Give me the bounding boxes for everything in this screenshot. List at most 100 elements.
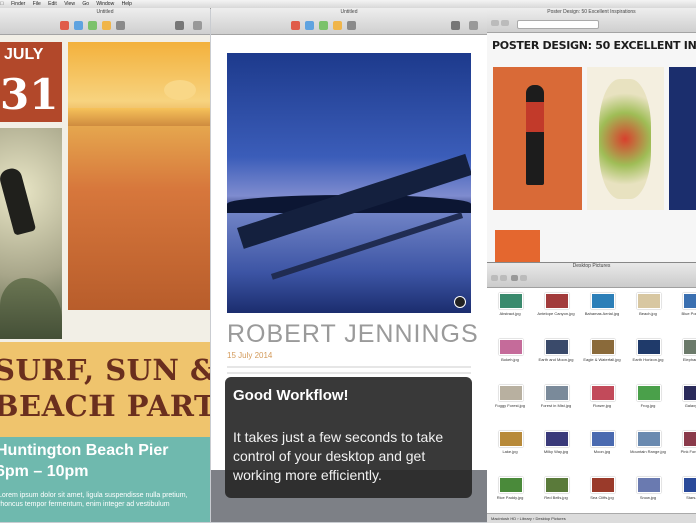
file-item[interactable]: Pink Forest.jpg bbox=[671, 429, 696, 473]
finder-window-title: Desktop Pictures bbox=[572, 263, 611, 269]
file-item[interactable]: Forest in Mist.jpg bbox=[533, 383, 579, 427]
file-name: Sea Cliffs.jpg bbox=[590, 495, 614, 500]
file-item[interactable]: Abstract.jpg bbox=[487, 291, 533, 335]
poster-thumb-3[interactable] bbox=[669, 67, 696, 210]
file-item[interactable]: Earth and Moon.jpg bbox=[533, 337, 579, 381]
file-item[interactable]: Antelope Canyon.jpg bbox=[533, 291, 579, 335]
file-item[interactable]: Moon.jpg bbox=[579, 429, 625, 473]
file-item[interactable]: Bahamas Aerial.jpg bbox=[579, 291, 625, 335]
table-icon[interactable] bbox=[305, 21, 314, 30]
shape-icon[interactable] bbox=[116, 21, 125, 30]
document-icon[interactable] bbox=[469, 21, 478, 30]
menu-item-finder[interactable]: Finder bbox=[11, 1, 25, 7]
file-item[interactable]: Blue Pond.jpg bbox=[671, 291, 696, 335]
tip-overlay: Good Workflow! It takes just a few secon… bbox=[225, 377, 472, 498]
menu-item-go[interactable]: Go bbox=[82, 1, 89, 7]
file-item[interactable]: Earth Horizon.jpg bbox=[625, 337, 671, 381]
table-icon[interactable] bbox=[74, 21, 83, 30]
file-name: Abstract.jpg bbox=[499, 311, 521, 316]
file-item[interactable]: Galaxy.jpg bbox=[671, 383, 696, 427]
sun-glow bbox=[164, 80, 196, 100]
article-heading: POSTER DESIGN: 50 EXCELLENT INSPIRATIONS bbox=[492, 39, 696, 52]
poster-window-title: Untitled bbox=[96, 9, 114, 15]
file-item[interactable]: Beach.jpg bbox=[625, 291, 671, 335]
file-item[interactable]: Elephant.jpg bbox=[671, 337, 696, 381]
surfer-photo bbox=[0, 128, 62, 339]
file-item[interactable]: Mountain Range.jpg bbox=[625, 429, 671, 473]
chart-icon[interactable] bbox=[88, 21, 97, 30]
file-thumbnail bbox=[637, 431, 661, 447]
headline-line-1: SURF, SUN & bbox=[0, 353, 210, 387]
format-icon[interactable] bbox=[451, 21, 460, 30]
file-item[interactable]: Flower.jpg bbox=[579, 383, 625, 427]
forward-icon[interactable] bbox=[500, 275, 507, 281]
headline-box: SURF, SUN & BEACH PARTY bbox=[0, 342, 210, 437]
file-name: Eagle & Waterfall.jpg bbox=[583, 357, 621, 362]
finder-toolbar: Desktop Pictures bbox=[487, 263, 696, 288]
poster-window: Untitled JULY 31 SURF, SUN & BEACH PARTY bbox=[0, 8, 210, 522]
menu-item-view[interactable]: View bbox=[64, 1, 75, 7]
file-thumbnail bbox=[591, 477, 615, 493]
file-item[interactable]: Bokeh.jpg bbox=[487, 337, 533, 381]
file-item[interactable]: Foggy Forest.jpg bbox=[487, 383, 533, 427]
file-thumbnail bbox=[591, 431, 615, 447]
forward-icon[interactable] bbox=[501, 20, 509, 26]
menu-item-window[interactable]: Window bbox=[96, 1, 114, 7]
file-name: Earth Horizon.jpg bbox=[632, 357, 664, 362]
file-item[interactable]: Frog.jpg bbox=[625, 383, 671, 427]
file-thumbnail bbox=[499, 431, 523, 447]
venue-text: Huntington Beach Pier bbox=[0, 442, 169, 459]
file-thumbnail bbox=[545, 339, 569, 355]
person-name: ROBERT JENNINGS bbox=[227, 320, 479, 348]
file-thumbnail bbox=[637, 339, 661, 355]
file-thumbnail bbox=[591, 385, 615, 401]
text-icon[interactable] bbox=[102, 21, 111, 30]
shape-icon[interactable] bbox=[347, 21, 356, 30]
chart-icon[interactable] bbox=[319, 21, 328, 30]
photo-badge-icon[interactable] bbox=[454, 296, 466, 308]
file-name: Red Bells.jpg bbox=[544, 495, 568, 500]
file-thumbnail bbox=[591, 293, 615, 309]
file-item[interactable]: Lake.jpg bbox=[487, 429, 533, 473]
poster-toolbar: Untitled bbox=[0, 8, 210, 35]
file-grid: Abstract.jpg Antelope Canyon.jpg Bahamas A… bbox=[487, 291, 696, 511]
document-icon[interactable] bbox=[193, 21, 202, 30]
date-day: 31 bbox=[0, 70, 59, 119]
insert-icon[interactable] bbox=[60, 21, 69, 30]
file-thumbnail bbox=[545, 431, 569, 447]
file-thumbnail bbox=[591, 339, 615, 355]
file-name: Galaxy.jpg bbox=[684, 403, 696, 408]
icon-view-icon[interactable] bbox=[511, 275, 518, 281]
time-text: 6pm – 10pm bbox=[0, 463, 89, 480]
back-icon[interactable] bbox=[491, 20, 499, 26]
file-name: Elephant.jpg bbox=[682, 357, 696, 362]
browser-window: Poster Design: 50 Excellent Inspirations… bbox=[487, 8, 696, 262]
file-name: Antelope Canyon.jpg bbox=[537, 311, 575, 316]
format-icon[interactable] bbox=[175, 21, 184, 30]
file-thumbnail bbox=[499, 385, 523, 401]
file-name: Beach.jpg bbox=[639, 311, 657, 316]
file-item[interactable]: Milky Way.jpg bbox=[533, 429, 579, 473]
file-thumbnail bbox=[545, 293, 569, 309]
file-thumbnail bbox=[499, 293, 523, 309]
list-view-icon[interactable] bbox=[520, 275, 527, 281]
file-thumbnail bbox=[683, 477, 696, 493]
back-icon[interactable] bbox=[491, 275, 498, 281]
finder-window: Desktop Pictures Abstract.jpg Antelope Ca… bbox=[487, 262, 696, 523]
file-name: Bahamas Aerial.jpg bbox=[584, 311, 620, 316]
poster-thumb-1[interactable] bbox=[493, 67, 582, 210]
apple-menu-icon[interactable]:  bbox=[0, 1, 4, 7]
insert-icon[interactable] bbox=[291, 21, 300, 30]
text-icon[interactable] bbox=[333, 21, 342, 30]
file-name: Bokeh.jpg bbox=[501, 357, 519, 362]
beach-photo bbox=[68, 42, 210, 310]
address-bar[interactable] bbox=[517, 20, 599, 29]
menu-item-help[interactable]: Help bbox=[122, 1, 132, 7]
poster-thumb-2[interactable] bbox=[587, 67, 664, 210]
menu-item-edit[interactable]: Edit bbox=[48, 1, 57, 7]
file-name: Blue Pond.jpg bbox=[681, 311, 696, 316]
file-item[interactable]: Eagle & Waterfall.jpg bbox=[579, 337, 625, 381]
poster-thumb-4[interactable] bbox=[495, 230, 540, 262]
menu-item-file[interactable]: File bbox=[33, 1, 41, 7]
file-name: Mountain Range.jpg bbox=[630, 449, 666, 454]
